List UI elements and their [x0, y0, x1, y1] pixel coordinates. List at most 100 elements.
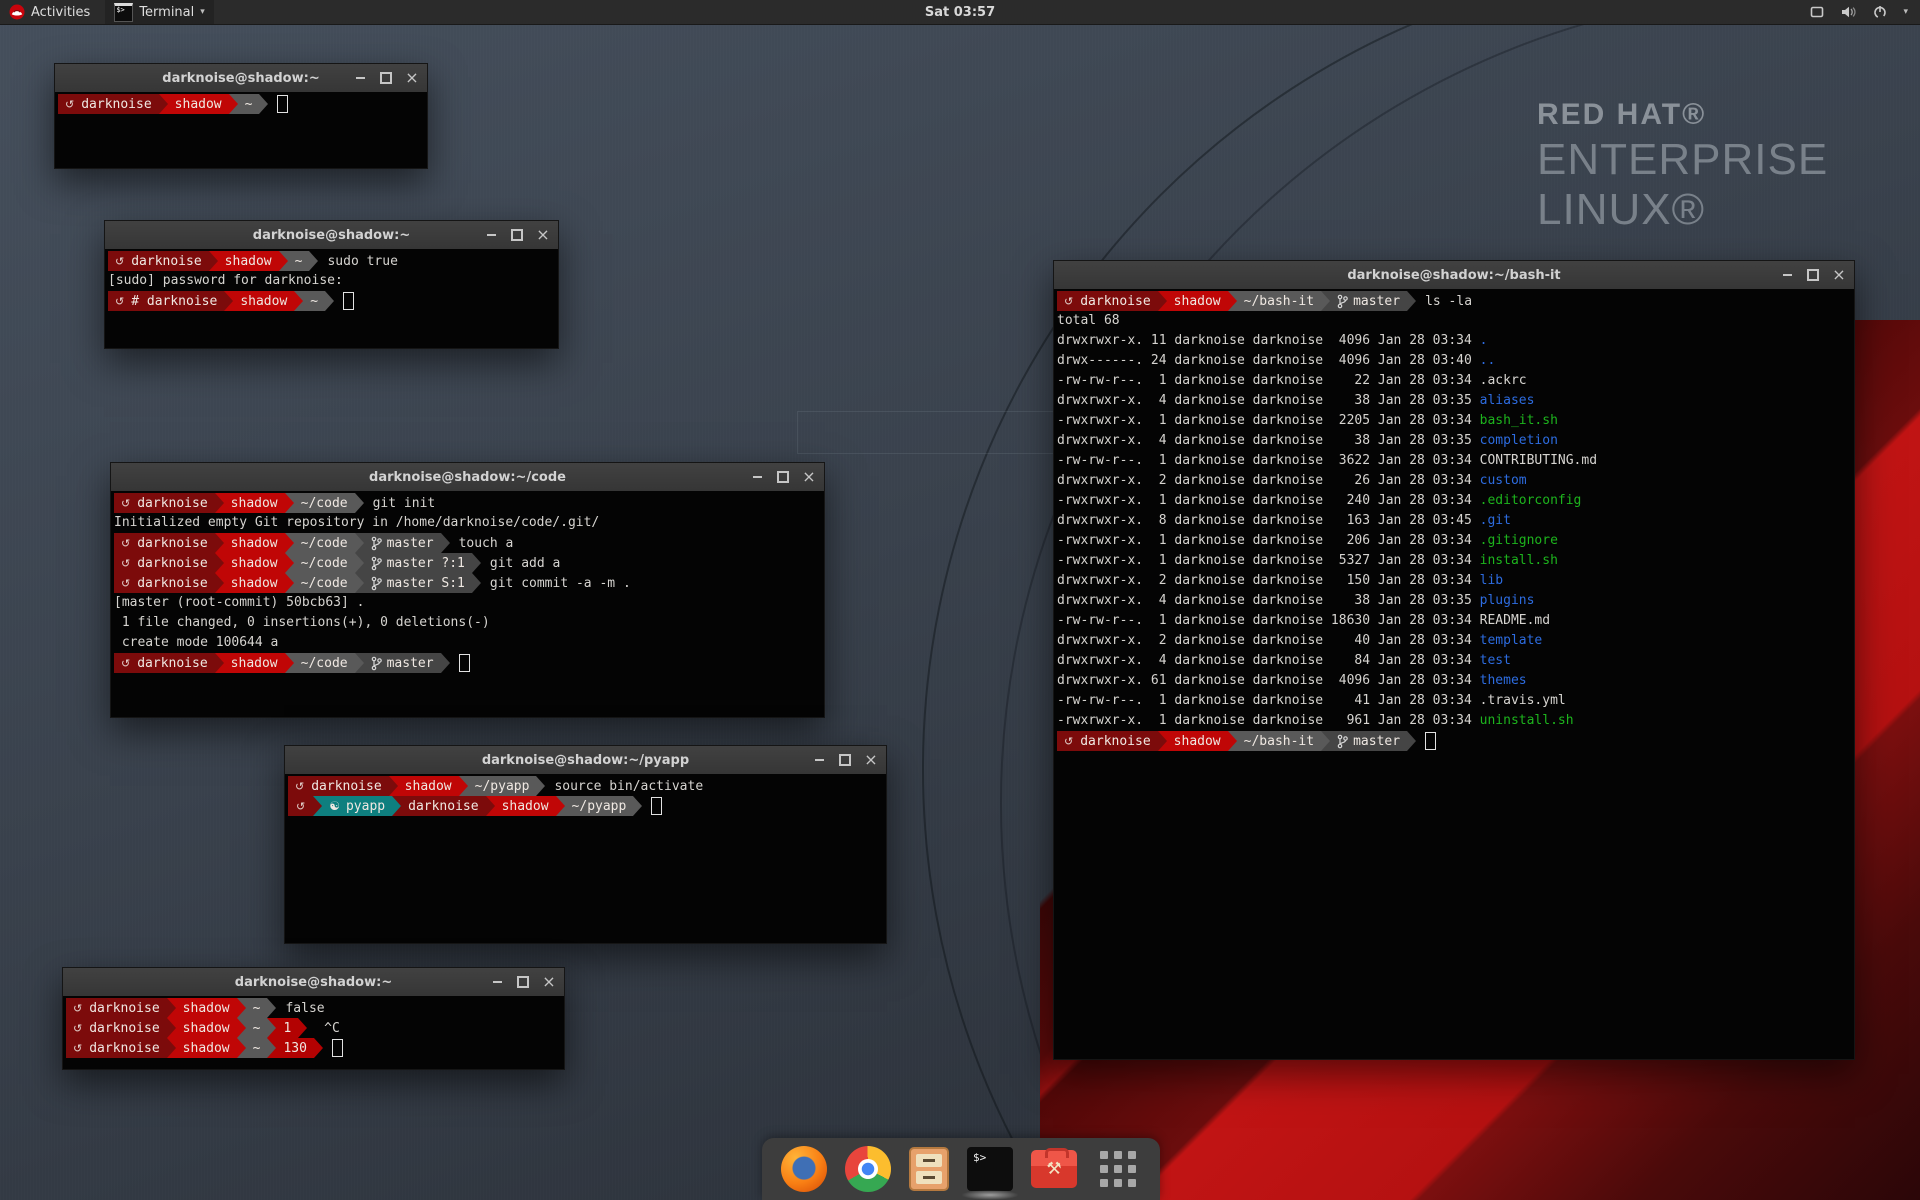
powerline-separator-icon — [392, 796, 401, 816]
file-name: install.sh — [1480, 553, 1558, 568]
titlebar[interactable]: darknoise@shadow:~/code× — [111, 463, 824, 492]
powerline-separator-icon — [237, 1038, 246, 1058]
titlebar[interactable]: darknoise@shadow:~× — [63, 968, 564, 997]
dock-chrome-icon[interactable] — [845, 1146, 891, 1192]
powerline-separator-icon — [1228, 731, 1237, 751]
file-name: test — [1480, 653, 1511, 668]
maximize-button[interactable] — [514, 973, 532, 991]
close-button[interactable]: × — [862, 751, 880, 769]
maximize-button[interactable] — [377, 69, 395, 87]
close-button[interactable]: × — [1830, 266, 1848, 284]
prompt-segment-user: ↺darknoise — [1057, 731, 1158, 751]
ls-output-line: drwxrwxr-x. 2 darknoise darknoise 26 Jan… — [1057, 471, 1854, 491]
screen-layout-icon[interactable] — [1809, 4, 1825, 20]
terminal-prompt-line: ↺darknoiseshadow~sudo true — [108, 251, 558, 271]
terminal-prompt-line: ↺darknoiseshadow~/codemaster ?:1git add … — [114, 553, 824, 573]
terminal-cursor — [343, 292, 354, 310]
prompt-history-icon: ↺ — [115, 255, 124, 268]
powerline-separator-icon — [237, 998, 246, 1018]
terminal-prompt-line: ↺darknoiseshadow~1 ^C — [66, 1018, 564, 1038]
maximize-button[interactable] — [508, 226, 526, 244]
dock-toolbox-icon[interactable] — [1031, 1150, 1077, 1188]
terminal-cursor — [332, 1039, 343, 1057]
powerline-separator-icon — [294, 291, 303, 311]
file-name: .. — [1480, 353, 1496, 368]
volume-icon[interactable] — [1840, 4, 1857, 20]
terminal-body[interactable]: ↺darknoiseshadow~sudo true[sudo] passwor… — [105, 249, 558, 348]
titlebar[interactable]: darknoise@shadow:~/pyapp× — [285, 746, 886, 775]
titlebar[interactable]: darknoise@shadow:~/bash-it× — [1054, 261, 1854, 290]
prompt-segment-user: ↺darknoise — [1057, 291, 1158, 311]
powerline-separator-icon — [313, 796, 322, 816]
prompt-segment-picon: ↺ — [288, 796, 313, 816]
terminal-body[interactable]: ↺darknoiseshadow~false↺darknoiseshadow~1… — [63, 996, 564, 1069]
close-button[interactable]: × — [800, 468, 818, 486]
terminal-window-1[interactable]: darknoise@shadow:~×↺darknoiseshadow~ — [54, 63, 428, 169]
powerline-separator-icon — [285, 573, 294, 593]
prompt-segment-exit: 130 — [276, 1038, 313, 1058]
dock-files-icon[interactable] — [909, 1147, 949, 1191]
close-button[interactable]: × — [403, 69, 421, 87]
command-text: git commit -a -m . — [481, 573, 631, 593]
file-name: .editorconfig — [1480, 493, 1582, 508]
terminal-prompt-glyph: $> — [973, 1151, 986, 1164]
powerline-separator-icon — [355, 553, 364, 573]
minimize-button[interactable] — [488, 973, 506, 991]
power-icon[interactable] — [1872, 4, 1888, 20]
powerline-separator-icon — [167, 1018, 176, 1038]
dock-firefox-icon[interactable] — [781, 1146, 827, 1192]
powerline-separator-icon — [1228, 291, 1237, 311]
terminal-body[interactable]: ↺darknoiseshadow~/codegit initInitialize… — [111, 491, 824, 717]
terminal-window-4[interactable]: darknoise@shadow:~/pyapp×↺darknoiseshado… — [284, 745, 887, 944]
close-button[interactable]: × — [540, 973, 558, 991]
powerline-separator-icon — [215, 553, 224, 573]
terminal-body[interactable]: ↺darknoiseshadow~/pyappsource bin/activa… — [285, 774, 886, 943]
file-name: README.md — [1480, 613, 1550, 628]
minimize-button[interactable] — [351, 69, 369, 87]
maximize-button[interactable] — [774, 468, 792, 486]
activities-button[interactable]: Activities — [0, 0, 99, 24]
window-buttons: × — [488, 968, 558, 996]
minimize-button[interactable] — [748, 468, 766, 486]
caret-down-icon[interactable]: ▾ — [1903, 7, 1908, 17]
maximize-button[interactable] — [836, 751, 854, 769]
prompt-segment-host: shadow — [176, 998, 237, 1018]
terminal-window-6[interactable]: darknoise@shadow:~/bash-it×↺darknoisesha… — [1053, 260, 1855, 1060]
powerline-separator-icon — [1321, 731, 1330, 751]
redhat-logo-icon — [9, 4, 25, 20]
prompt-segment-path: ~/code — [294, 573, 355, 593]
powerline-separator-icon — [215, 493, 224, 513]
prompt-history-icon: ↺ — [73, 1042, 82, 1055]
powerline-separator-icon — [309, 251, 318, 271]
clock[interactable]: Sat 03:57 — [925, 5, 995, 20]
prompt-segment-git: master — [1330, 731, 1407, 751]
minimize-button[interactable] — [1778, 266, 1796, 284]
terminal-appmenu-button[interactable]: $> Terminal ▾ — [105, 0, 213, 24]
terminal-window-5[interactable]: darknoise@shadow:~×↺darknoiseshadow~fals… — [62, 967, 565, 1070]
close-button[interactable]: × — [534, 226, 552, 244]
titlebar[interactable]: darknoise@shadow:~× — [55, 64, 427, 93]
prompt-segment-path: ~/pyapp — [565, 796, 634, 816]
clock-label: Sat 03:57 — [925, 5, 995, 20]
file-name: uninstall.sh — [1480, 713, 1574, 728]
terminal-prompt-line: ↺darknoiseshadow~130 — [66, 1038, 564, 1058]
system-tray: ▾ — [1809, 0, 1920, 24]
terminal-prompt-line: ↺☯pyappdarknoiseshadow~/pyapp — [288, 796, 886, 816]
maximize-button[interactable] — [1804, 266, 1822, 284]
powerline-separator-icon — [167, 1038, 176, 1058]
prompt-segment-user: ↺darknoise — [58, 94, 159, 114]
terminal-window-2[interactable]: darknoise@shadow:~×↺darknoiseshadow~sudo… — [104, 220, 559, 349]
terminal-window-3[interactable]: darknoise@shadow:~/code×↺darknoiseshadow… — [110, 462, 825, 718]
ls-output-line: -rw-rw-r--. 1 darknoise darknoise 41 Jan… — [1057, 691, 1854, 711]
ls-output-line: -rwxrwxr-x. 1 darknoise darknoise 5327 J… — [1057, 551, 1854, 571]
ls-output-line: -rwxrwxr-x. 1 darknoise darknoise 2205 J… — [1057, 411, 1854, 431]
minimize-button[interactable] — [482, 226, 500, 244]
dock-terminal-icon[interactable]: $> — [967, 1147, 1013, 1191]
titlebar[interactable]: darknoise@shadow:~× — [105, 221, 558, 250]
terminal-body[interactable]: ↺darknoiseshadow~ — [55, 92, 427, 168]
dock-app-grid-icon[interactable] — [1095, 1146, 1141, 1192]
prompt-segment-path: ~ — [288, 251, 310, 271]
minimize-button[interactable] — [810, 751, 828, 769]
terminal-body[interactable]: ↺darknoiseshadow~/bash-itmasterls -latot… — [1054, 289, 1854, 1059]
rhel-logo-line2: ENTERPRISE — [1537, 138, 1828, 182]
